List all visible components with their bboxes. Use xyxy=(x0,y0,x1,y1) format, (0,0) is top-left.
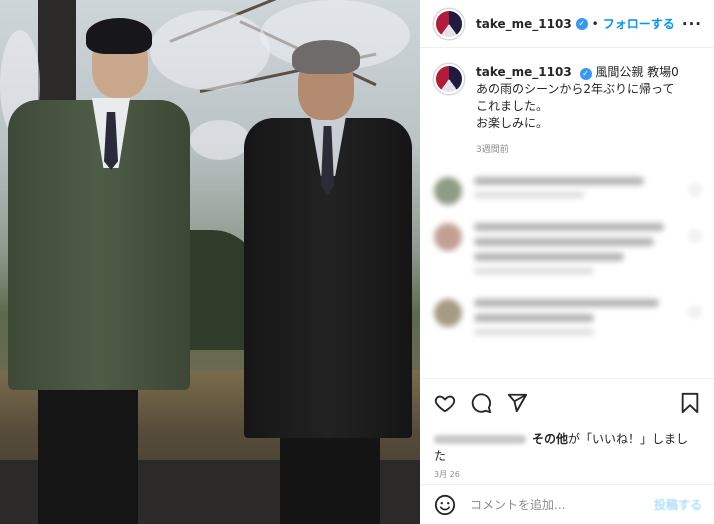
caption-time: 3週間前 xyxy=(476,145,509,155)
post-header: take_me_1103 ✓ • フォローする ··· xyxy=(420,0,714,48)
blossom xyxy=(150,10,270,90)
comment-like-icon xyxy=(690,231,700,241)
comment-meta-blurred xyxy=(474,268,594,274)
comment-meta-blurred xyxy=(474,192,584,198)
blurred-comment xyxy=(434,223,700,281)
person-left-coat xyxy=(8,100,190,390)
post-date[interactable]: 3月 26 xyxy=(434,469,700,480)
post-comment-button[interactable]: 投稿する xyxy=(654,496,702,513)
follow-button[interactable]: フォローする xyxy=(603,15,675,32)
comments-section: take_me_1103 ✓ 風間公親 教場0 あの雨のシーンから2年ぶりに帰っ… xyxy=(420,48,714,378)
post-photo[interactable] xyxy=(0,0,420,524)
emoji-icon[interactable] xyxy=(434,494,456,516)
comment-text-blurred xyxy=(474,253,624,261)
caption: take_me_1103 ✓ 風間公親 教場0 あの雨のシーンから2年ぶりに帰っ… xyxy=(434,64,700,159)
caption-line: これました。 xyxy=(476,99,549,113)
person-left-hair xyxy=(86,18,152,54)
comment-like-icon xyxy=(690,307,700,317)
caption-line: お楽しみに。 xyxy=(476,116,549,130)
bookmark-icon[interactable] xyxy=(680,392,700,414)
more-horizontal-icon[interactable]: ··· xyxy=(682,15,702,33)
comment-input[interactable]: コメントを追加... xyxy=(470,496,654,513)
person-right-legs xyxy=(280,436,380,524)
comment-like-icon xyxy=(690,185,700,195)
comment-icon[interactable] xyxy=(470,392,492,414)
blurred-comment xyxy=(434,177,700,205)
comment-avatar xyxy=(434,177,462,205)
post-side-panel: take_me_1103 ✓ • フォローする ··· take_me_1103… xyxy=(420,0,714,524)
comment-text-blurred xyxy=(474,314,594,322)
comment-text-blurred xyxy=(474,238,654,246)
caption-username[interactable]: take_me_1103 xyxy=(476,65,572,79)
comment-text-blurred xyxy=(474,177,644,185)
avatar[interactable] xyxy=(434,8,464,39)
comment-text-blurred xyxy=(474,299,659,307)
caption-tags: 風間公親 教場0 xyxy=(595,65,679,79)
comment-avatar xyxy=(434,223,462,251)
add-comment-bar: コメントを追加... 投稿する xyxy=(420,484,714,524)
likes-others[interactable]: その他 xyxy=(532,432,568,446)
comment-meta-blurred xyxy=(474,329,594,335)
caption-line: あの雨のシーンから2年ぶりに帰って xyxy=(476,82,675,96)
heart-icon[interactable] xyxy=(434,392,456,414)
header-username[interactable]: take_me_1103 xyxy=(476,17,572,31)
caption-avatar[interactable] xyxy=(434,64,464,94)
post-actions: その他が「いいね！」しました 3月 26 xyxy=(420,378,714,480)
person-left-legs xyxy=(38,388,138,524)
comment-text-blurred xyxy=(474,223,664,231)
comment-avatar xyxy=(434,299,462,327)
blossom xyxy=(190,120,250,160)
person-right-hair xyxy=(292,40,360,74)
likes-summary: その他が「いいね！」しました xyxy=(434,431,700,465)
dot-separator: • xyxy=(591,16,599,31)
liker-name-blurred xyxy=(434,435,526,444)
verified-badge-icon: ✓ xyxy=(579,67,592,80)
verified-badge-icon: ✓ xyxy=(575,17,588,30)
share-icon[interactable] xyxy=(506,392,528,414)
blurred-comment xyxy=(434,299,700,342)
